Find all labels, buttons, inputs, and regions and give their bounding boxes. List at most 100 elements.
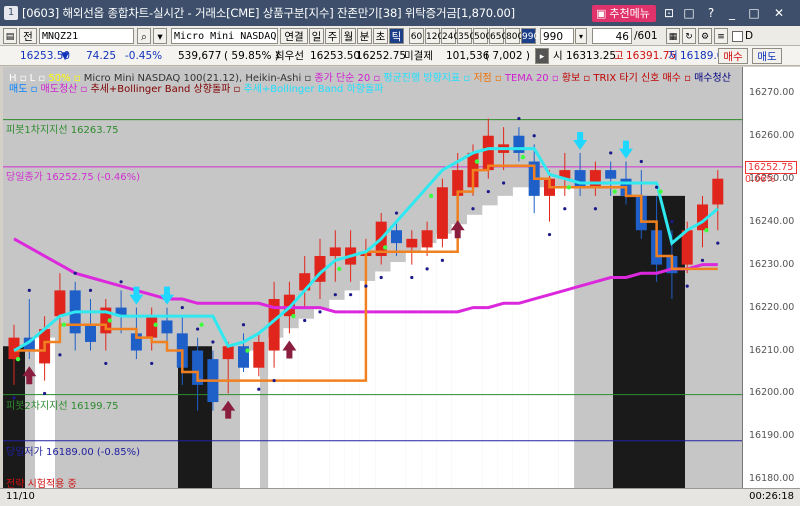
signal-dot <box>61 322 67 327</box>
sar-dot <box>73 271 77 275</box>
sar-dot <box>58 353 62 357</box>
session-shade <box>467 214 483 488</box>
candle-body <box>222 346 234 360</box>
axis-tick-label: 16200.00 <box>749 387 795 399</box>
sar-dot <box>655 185 659 189</box>
candle-body <box>712 178 724 205</box>
tick-240-button[interactable]: 240 <box>441 28 459 44</box>
volume: 539,677 <box>178 50 222 62</box>
signal-dot <box>428 193 434 199</box>
sar-dot <box>609 151 613 155</box>
sar-dot <box>394 211 399 215</box>
open-interest: 101,536 <box>446 50 490 62</box>
lock-icon[interactable]: ▤ <box>3 28 17 44</box>
signal-dot <box>474 159 480 164</box>
sar-dot <box>532 134 536 138</box>
signal-dot <box>337 266 342 272</box>
sar-dot <box>257 387 261 391</box>
legend2-item-2: 추세+Bollinger Band 상향돌파 ▫ <box>90 84 244 95</box>
sar-dot <box>303 318 307 323</box>
signal-dot <box>15 356 21 362</box>
tick-value-input[interactable]: 990 <box>540 28 574 44</box>
sar-dot <box>440 258 444 262</box>
low-label: 저 <box>668 50 678 62</box>
settings-icon[interactable]: ⚙ <box>698 28 712 44</box>
current-pct-tag: 0.06% <box>745 174 776 185</box>
tick-800-button[interactable]: 800 <box>505 28 523 44</box>
chain-button[interactable]: 연결 <box>280 28 308 44</box>
tick-500-button[interactable]: 500 <box>473 28 491 44</box>
list-icon[interactable]: ≡ <box>714 28 728 44</box>
sar-dot <box>425 267 429 271</box>
sar-dot <box>104 361 108 366</box>
session-shade <box>558 187 575 488</box>
grid-icon[interactable]: ▦ <box>666 28 680 44</box>
period-minute-button[interactable]: 분 <box>357 28 372 44</box>
period-tick-button[interactable]: 틱 <box>389 28 404 44</box>
d-checkbox-label: D <box>745 30 754 42</box>
close-icon[interactable]: ✕ <box>771 5 787 21</box>
signal-dot <box>704 228 709 233</box>
chevron-down-icon[interactable]: ▾ <box>153 28 167 44</box>
legend1-item-9: TRIX 타기 신호 매수 ▫ <box>593 73 695 84</box>
period-day-button[interactable]: 일 <box>309 28 324 44</box>
tick-650-button[interactable]: 650 <box>489 28 507 44</box>
tick-990-button[interactable]: 990 <box>521 28 539 44</box>
sell-button[interactable]: 매도 <box>752 48 782 64</box>
session-shade <box>405 252 422 488</box>
symbol-code-input[interactable]: MNQZ21 <box>39 28 134 44</box>
open-interest-change: ( 7,002 ) <box>485 50 530 62</box>
prev-button[interactable]: 전 <box>19 28 37 44</box>
period-second-button[interactable]: 초 <box>373 28 388 44</box>
pivot2-label: 피봇2차지지선 16199.75 <box>6 401 119 412</box>
sar-dot <box>379 275 383 280</box>
sar-dot <box>486 189 490 194</box>
minimize-icon[interactable]: _ <box>724 5 740 21</box>
sell-arrow-icon <box>619 140 633 159</box>
legend1-item-10: 매수청산 <box>694 73 731 84</box>
sar-dot <box>639 159 643 164</box>
sar-dot <box>517 116 521 121</box>
symbol-name-field[interactable]: Micro Mini NASDAQ 10 <box>171 28 278 44</box>
expand-icon[interactable]: ▸ <box>535 48 549 64</box>
tick-60-button[interactable]: 60 <box>409 28 424 44</box>
signal-dot <box>612 189 617 194</box>
count-input[interactable]: 46 <box>592 28 632 44</box>
sar-dot <box>685 284 689 288</box>
buy-button[interactable]: 매수 <box>718 48 748 64</box>
count-total: /601 <box>634 30 658 42</box>
session-shade <box>268 337 284 488</box>
axis-tick-label: 16260.00 <box>749 129 795 141</box>
legend1-item-6: 저점 ▫ <box>473 73 505 84</box>
maximize-icon[interactable]: □ <box>746 5 762 21</box>
search-icon[interactable]: ⌕ <box>137 28 151 44</box>
axis-tick-label: 16210.00 <box>749 344 795 356</box>
buy-arrow-icon <box>221 400 236 419</box>
help-icon[interactable]: ? <box>703 5 719 21</box>
period-month-button[interactable]: 월 <box>341 28 356 44</box>
period-week-button[interactable]: 주 <box>325 28 340 44</box>
axis-tick-label: 16220.00 <box>749 301 795 313</box>
refresh-icon[interactable]: ↻ <box>682 28 696 44</box>
sar-dot <box>349 293 353 297</box>
sar-dot <box>471 207 475 211</box>
d-checkbox[interactable] <box>732 31 743 42</box>
legend1-item-8: 황보 ▫ <box>561 73 594 84</box>
legend2-item-1: 매도청산 ▫ <box>40 84 91 95</box>
session-shade <box>482 205 498 488</box>
candle-body <box>436 187 448 239</box>
symbol-toolbar: ▤ 전 MNQZ21 ⌕ ▾ Micro Mini NASDAQ 10 연결 일… <box>0 26 800 46</box>
tick-350-button[interactable]: 350 <box>457 28 475 44</box>
status-date: 11/10 <box>6 491 35 502</box>
open-label: 시 <box>553 50 563 62</box>
tick-chevron-icon[interactable]: ▾ <box>575 28 587 44</box>
recommended-menu-button[interactable]: ▣ 추천메뉴 <box>592 5 656 22</box>
session-shade <box>451 224 467 488</box>
sar-dot <box>502 181 506 185</box>
price-axis[interactable]: 16270.00 16260.00 16250.00 16240.00 16230.00… <box>742 67 800 488</box>
legend2-item-3: 추세+Bollinger Band 하향돌파 <box>243 84 384 95</box>
window-layout-icon[interactable]: □ <box>681 5 697 21</box>
price-chart[interactable]: H ▫ L ▫ 50% ▫ Micro Mini NASDAQ 100(21.1… <box>3 67 742 488</box>
pin-icon[interactable]: ⊡ <box>661 5 677 21</box>
tick-120-button[interactable]: 120 <box>425 28 443 44</box>
